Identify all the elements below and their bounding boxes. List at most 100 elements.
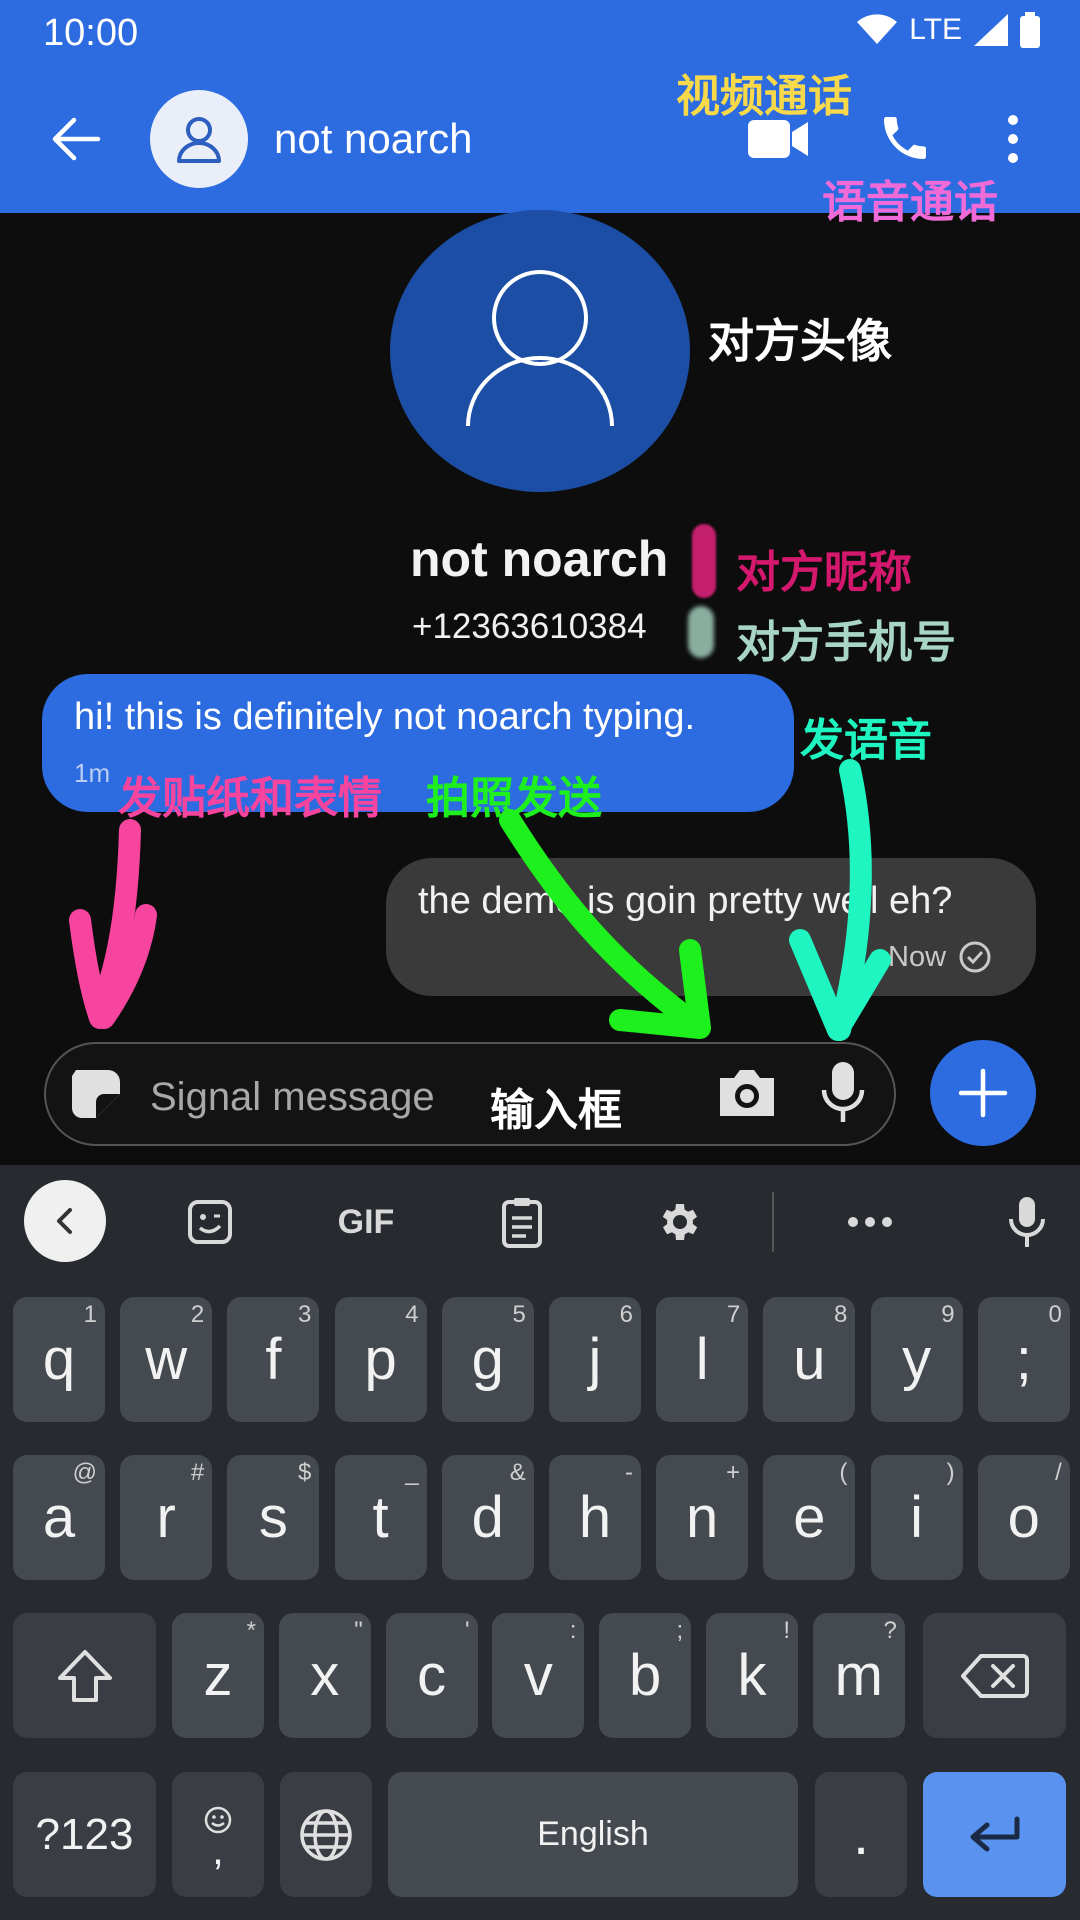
key-hint: 8 (834, 1301, 848, 1328)
key-label: i (910, 1485, 924, 1550)
key-y[interactable]: y9 (870, 1297, 963, 1422)
arrow-to-mic (789, 759, 891, 1041)
key-label: y (902, 1327, 932, 1392)
key-label: v (523, 1643, 553, 1708)
globe-icon (300, 1808, 352, 1861)
microphone-icon[interactable] (818, 1060, 868, 1126)
keyboard-collapse-button[interactable] (24, 1180, 106, 1262)
key-hint: : (569, 1617, 577, 1644)
key-hint: 2 (190, 1301, 205, 1328)
key-space[interactable]: English (388, 1772, 798, 1897)
key-hint: 3 (298, 1301, 312, 1328)
key-symbols[interactable]: ?123 (13, 1772, 156, 1897)
key-hint: 6 (619, 1301, 633, 1328)
key-enter[interactable] (923, 1772, 1066, 1897)
key-r[interactable]: r # (120, 1455, 213, 1580)
key-s[interactable]: s $ (227, 1455, 320, 1580)
key-g[interactable]: g5 (441, 1297, 534, 1422)
chevron-left-icon (57, 1208, 72, 1234)
key-label: h (578, 1485, 612, 1550)
key-label: l (695, 1327, 709, 1392)
key-a[interactable]: a @ (13, 1455, 105, 1580)
key-language[interactable] (280, 1772, 372, 1897)
key-f[interactable]: f3 (227, 1297, 320, 1422)
key-u[interactable]: u8 (763, 1297, 856, 1422)
key-z[interactable]: z * (172, 1613, 264, 1738)
key-hint: 9 (941, 1301, 955, 1328)
key-label: e (793, 1485, 826, 1550)
comma-label: , (212, 1825, 224, 1873)
key-e[interactable]: e( (763, 1455, 856, 1580)
key-l[interactable]: l7 (656, 1297, 749, 1422)
message-input[interactable] (148, 1070, 502, 1124)
keyboard-gif-button[interactable]: GIF (326, 1190, 406, 1254)
camera-icon[interactable] (716, 1066, 778, 1120)
key-w[interactable]: w2 (120, 1297, 213, 1422)
key-;[interactable]: ; 0 (977, 1297, 1070, 1422)
key-comma[interactable]: , (172, 1772, 264, 1897)
key-n[interactable]: n + (656, 1455, 749, 1580)
key-backspace[interactable] (923, 1613, 1066, 1738)
key-label: o (1007, 1485, 1040, 1550)
key-hint: ' (465, 1617, 470, 1644)
key-label: p (364, 1327, 397, 1392)
enter-arrow-icon (970, 1816, 1019, 1851)
key-q[interactable]: q1 (13, 1297, 105, 1422)
key-shift[interactable] (13, 1613, 156, 1738)
attach-button[interactable] (930, 1040, 1036, 1146)
key-o[interactable]: o / (977, 1455, 1070, 1580)
key-hint: - (625, 1459, 633, 1486)
key-k[interactable]: k! (706, 1613, 798, 1738)
key-label: w (145, 1327, 188, 1392)
key-h[interactable]: h- (549, 1455, 641, 1580)
arrow-to-sticker (69, 819, 157, 1029)
key-c[interactable]: c ' (385, 1613, 478, 1738)
keyboard-voice-button[interactable] (1002, 1190, 1052, 1254)
key-t[interactable]: t _ (334, 1455, 427, 1580)
key-hint: / (1055, 1459, 1062, 1486)
key-hint: 7 (726, 1301, 741, 1328)
annotation-input-box: 输入框 (490, 1085, 622, 1136)
key-label: ; (1015, 1327, 1032, 1392)
key-label: n (686, 1485, 719, 1550)
key-p[interactable]: p4 (334, 1297, 427, 1422)
key-label: b (629, 1643, 662, 1708)
key-hint: + (726, 1459, 741, 1486)
sticker-icon[interactable] (68, 1066, 124, 1122)
key-hint: ! (783, 1617, 790, 1644)
gear-icon (662, 1204, 698, 1240)
key-hint: ; (676, 1617, 684, 1644)
key-label: x (310, 1643, 340, 1708)
keyboard-clipboard-button[interactable] (494, 1190, 550, 1254)
arrow-to-camera (499, 809, 711, 1039)
key-label: c (417, 1643, 447, 1708)
key-label: z (203, 1643, 233, 1708)
key-x[interactable]: x " (278, 1613, 371, 1738)
keyboard-sticker-button[interactable] (180, 1190, 240, 1254)
key-label: d (471, 1485, 504, 1550)
microphone-icon (1009, 1197, 1045, 1247)
key-j[interactable]: j6 (549, 1297, 641, 1422)
key-i[interactable]: i) (870, 1455, 963, 1580)
key-period[interactable]: . (815, 1772, 907, 1897)
key-m[interactable]: m? (812, 1613, 905, 1738)
key-label: u (793, 1327, 826, 1392)
more-horizontal-icon (848, 1217, 892, 1227)
key-label: j (588, 1327, 602, 1392)
key-label: a (42, 1485, 76, 1550)
shift-arrow-icon (57, 1649, 112, 1702)
keyboard-settings-button[interactable] (650, 1190, 706, 1254)
key-hint: $ (298, 1459, 312, 1486)
keyboard-more-button[interactable] (842, 1190, 898, 1254)
toolbar-divider (772, 1192, 774, 1252)
key-hint: 4 (405, 1301, 419, 1328)
key-label: s (258, 1485, 288, 1550)
key-v[interactable]: v: (492, 1613, 585, 1738)
key-hint: # (190, 1459, 205, 1486)
plus-icon (958, 1068, 1008, 1118)
key-b[interactable]: b; (599, 1613, 692, 1738)
key-label: f (265, 1327, 282, 1392)
key-label: m (834, 1643, 883, 1708)
key-hint: _ (405, 1459, 419, 1486)
key-d[interactable]: d & (441, 1455, 534, 1580)
